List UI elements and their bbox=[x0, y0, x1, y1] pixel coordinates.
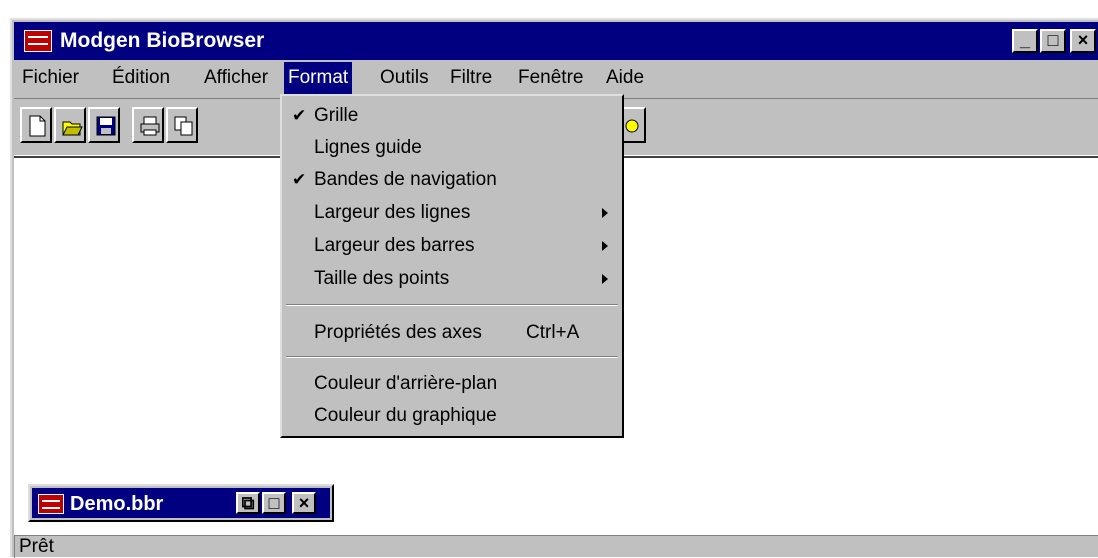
document-icon[interactable] bbox=[38, 494, 64, 514]
menu-aide[interactable]: Aide bbox=[602, 62, 648, 94]
menu-item-lignes-guide[interactable]: Lignes guide bbox=[282, 132, 622, 164]
menu-item-grille[interactable]: ✔ Grille bbox=[282, 100, 622, 132]
menu-item-couleur-graphique[interactable]: Couleur du graphique bbox=[282, 400, 622, 432]
menu-item-label: Propriétés des axes bbox=[314, 322, 482, 343]
copy-icon bbox=[174, 116, 193, 136]
submenu-arrow-icon bbox=[602, 208, 608, 218]
menu-item-bandes-navigation[interactable]: ✔ Bandes de navigation bbox=[282, 164, 622, 196]
document-close-button[interactable]: × bbox=[292, 492, 316, 514]
menu-item-largeur-lignes[interactable]: Largeur des lignes bbox=[282, 197, 622, 229]
copy-button[interactable] bbox=[166, 107, 198, 143]
menu-item-couleur-arriere-plan[interactable]: Couleur d'arrière-plan bbox=[282, 368, 622, 400]
open-folder-icon bbox=[62, 121, 83, 136]
menu-item-label: Largeur des barres bbox=[314, 235, 475, 256]
menu-filtre[interactable]: Filtre bbox=[446, 62, 496, 94]
app-icon[interactable] bbox=[24, 30, 52, 52]
document-title: Demo.bbr bbox=[70, 493, 164, 515]
title-bar[interactable]: Modgen BioBrowser _ □ × bbox=[14, 22, 1098, 60]
menu-item-proprietes-axes[interactable]: Propriétés des axes Ctrl+A bbox=[282, 317, 622, 349]
menu-item-taille-points[interactable]: Taille des points bbox=[282, 263, 622, 295]
check-icon: ✔ bbox=[292, 106, 307, 125]
menu-edition[interactable]: Édition bbox=[108, 62, 174, 94]
save-button[interactable] bbox=[88, 107, 120, 143]
menu-afficher[interactable]: Afficher bbox=[200, 62, 272, 94]
menu-separator bbox=[286, 356, 618, 358]
menu-item-label: Largeur des lignes bbox=[314, 202, 471, 223]
menu-separator bbox=[286, 304, 618, 306]
submenu-arrow-icon bbox=[602, 274, 608, 284]
print-button[interactable] bbox=[132, 107, 164, 143]
minimize-button[interactable]: _ bbox=[1012, 29, 1038, 53]
menu-fenetre[interactable]: Fenêtre bbox=[514, 62, 587, 94]
document-title-bar[interactable]: Demo.bbr ⧉ □ × bbox=[32, 488, 330, 518]
menu-item-label: Lignes guide bbox=[314, 137, 422, 158]
menu-item-label: Taille des points bbox=[314, 268, 450, 289]
menu-item-largeur-barres[interactable]: Largeur des barres bbox=[282, 230, 622, 262]
close-button[interactable]: × bbox=[1070, 29, 1096, 53]
menu-bar: Fichier Édition Afficher Format Outils F… bbox=[14, 62, 1098, 96]
document-maximize-button[interactable]: □ bbox=[262, 492, 286, 514]
extra-tool-icon bbox=[625, 119, 639, 133]
menu-fichier[interactable]: Fichier bbox=[18, 62, 83, 94]
format-dropdown-menu: ✔ Grille Lignes guide ✔ Bandes de naviga… bbox=[280, 94, 624, 438]
check-icon: ✔ bbox=[292, 170, 307, 189]
open-button[interactable] bbox=[54, 107, 86, 143]
status-bar: Prêt bbox=[14, 532, 1098, 558]
menu-item-shortcut: Ctrl+A bbox=[526, 322, 580, 343]
save-icon bbox=[96, 116, 116, 136]
window-title: Modgen BioBrowser bbox=[60, 29, 265, 52]
menu-outils[interactable]: Outils bbox=[376, 62, 433, 94]
menu-item-label: Couleur du graphique bbox=[314, 405, 497, 426]
submenu-arrow-icon bbox=[602, 241, 608, 251]
menu-item-label: Couleur d'arrière-plan bbox=[314, 373, 498, 394]
restore-button[interactable]: ⧉ bbox=[236, 492, 260, 514]
status-text: Prêt bbox=[14, 535, 1098, 558]
new-file-button[interactable] bbox=[20, 107, 52, 143]
menu-item-label: Grille bbox=[314, 105, 359, 126]
maximize-button[interactable]: □ bbox=[1040, 29, 1066, 53]
menu-item-label: Bandes de navigation bbox=[314, 169, 497, 190]
menu-format[interactable]: Format bbox=[284, 62, 353, 94]
new-file-icon bbox=[29, 115, 46, 137]
minimized-document-window[interactable]: Demo.bbr ⧉ □ × bbox=[28, 484, 334, 522]
print-icon bbox=[140, 116, 160, 136]
